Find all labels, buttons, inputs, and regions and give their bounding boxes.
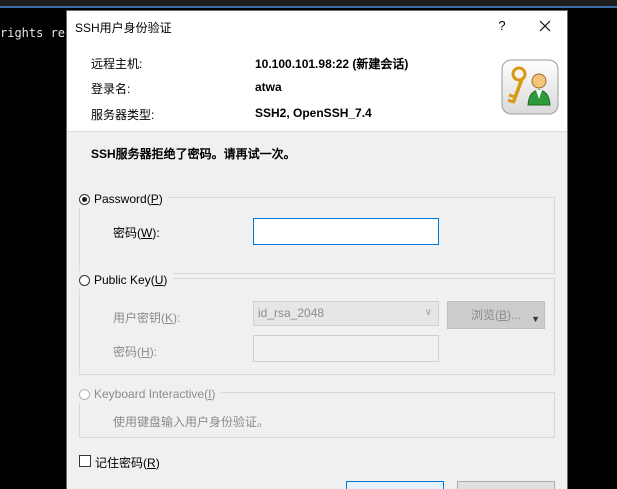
password-input[interactable]: [253, 218, 439, 245]
close-button[interactable]: [533, 16, 557, 36]
public-key-radio-button[interactable]: [79, 274, 90, 286]
keyboard-interactive-description: 使用键盘输入用户身份验证。: [113, 415, 270, 429]
server-type-label: 服务器类型:: [91, 108, 155, 122]
user-key-icon: [501, 59, 559, 115]
chevron-down-icon: ∨: [424, 307, 432, 318]
help-button[interactable]: ?: [491, 16, 513, 36]
public-key-radio-label: Public Key(U): [94, 273, 168, 287]
user-key-label: 用户密钥(K):: [113, 311, 181, 325]
dropdown-arrow-icon: ▼: [531, 314, 540, 324]
keyboard-interactive-radio[interactable]: Keyboard Interactive(I): [79, 385, 222, 403]
auth-error-message: SSH服务器拒绝了密码。请再试一次。: [91, 147, 296, 161]
remember-password-checkbox[interactable]: [79, 455, 91, 467]
session-info-header: 远程主机: 10.100.101.98:22 (新建会话) 登录名: atwa …: [67, 41, 567, 132]
dialog-titlebar[interactable]: SSH用户身份验证 ?: [67, 11, 567, 41]
terminal-output: rights res: [0, 26, 73, 40]
remember-password-label: 记住密码(R): [95, 456, 160, 470]
ok-button[interactable]: [346, 481, 444, 489]
password-field-label: 密码(W):: [113, 226, 160, 240]
password-radio[interactable]: Password(P): [79, 190, 169, 208]
user-key-value: id_rsa_2048: [258, 306, 325, 320]
password-radio-label: Password(P): [94, 192, 163, 206]
login-name-value: atwa: [255, 80, 282, 94]
remote-host-label: 远程主机:: [91, 57, 143, 71]
public-key-radio[interactable]: Public Key(U): [79, 271, 174, 289]
remote-host-value: 10.100.101.98:22 (新建会话): [255, 57, 409, 71]
passphrase-label: 密码(H):: [113, 345, 158, 359]
keyboard-interactive-radio-label: Keyboard Interactive(I): [94, 387, 216, 401]
terminal-top-bar: [0, 0, 617, 8]
server-type-value: SSH2, OpenSSH_7.4: [255, 106, 372, 120]
ssh-auth-dialog: SSH用户身份验证 ? 远程主机: 10.100.101.98:22 (新建会话…: [66, 10, 568, 489]
login-name-label: 登录名:: [91, 82, 131, 96]
dialog-title: SSH用户身份验证: [75, 21, 172, 35]
keyboard-interactive-radio-button[interactable]: [79, 388, 90, 400]
password-radio-button[interactable]: [79, 193, 90, 205]
cancel-button[interactable]: [457, 481, 555, 489]
user-key-select[interactable]: id_rsa_2048 ∨: [253, 301, 439, 326]
passphrase-input[interactable]: [253, 335, 439, 362]
browse-button[interactable]: 浏览(B)... ▼: [447, 301, 545, 329]
close-icon: [539, 20, 551, 32]
